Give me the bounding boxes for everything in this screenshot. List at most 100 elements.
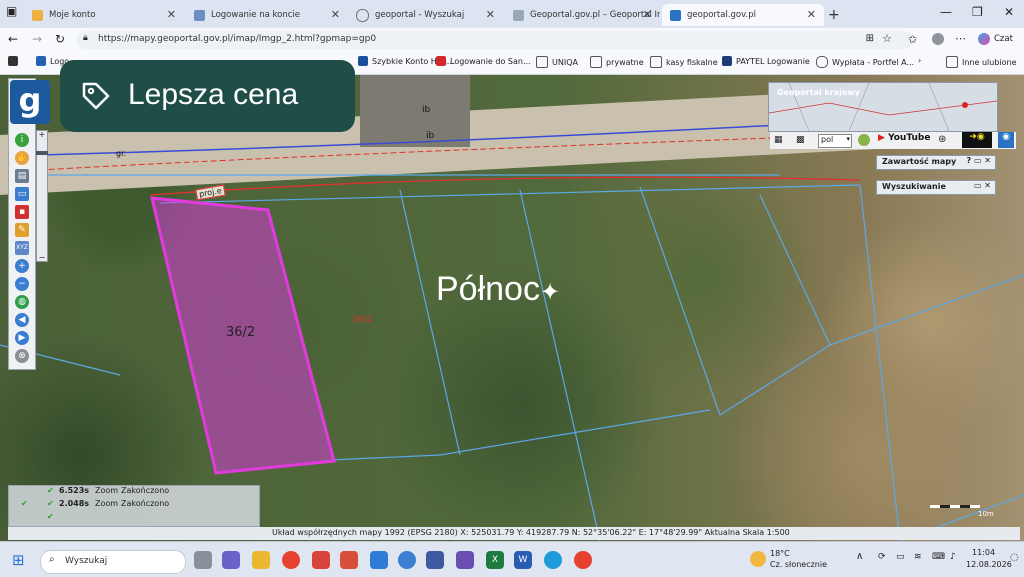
weather-icon[interactable]: [750, 551, 766, 567]
maximize-icon[interactable]: ❐: [972, 5, 983, 19]
help-icon[interactable]: [858, 134, 870, 146]
minimize-icon[interactable]: —: [940, 5, 952, 19]
panel-controls-icon[interactable]: ▭ ✕: [974, 181, 991, 190]
bookmark-icon-button[interactable]: [8, 56, 22, 66]
tray-icon[interactable]: ⟳: [878, 552, 886, 562]
bookmark-wyplata[interactable]: Wypłata - Portfel A...: [816, 56, 914, 68]
tab-logowanie[interactable]: Logowanie na koncie ✕: [186, 4, 348, 26]
chrome-icon[interactable]: [574, 551, 592, 569]
bookmark-prywatne[interactable]: prywatne: [590, 56, 644, 68]
info-icon[interactable]: i: [15, 133, 29, 147]
zoom-out-icon[interactable]: −: [15, 277, 29, 291]
eye-icon[interactable]: ◉: [998, 132, 1014, 148]
notifications-icon[interactable]: ◌: [1010, 552, 1019, 563]
excel-icon[interactable]: X: [486, 551, 504, 569]
print-icon[interactable]: ▤: [15, 169, 29, 183]
hand-pan-icon[interactable]: ✋: [15, 151, 29, 165]
copilot-icon[interactable]: [978, 33, 990, 45]
compass-icon[interactable]: ⊛: [938, 134, 946, 145]
table-icon[interactable]: ▦: [774, 135, 783, 145]
file-explorer-icon[interactable]: [252, 551, 270, 569]
back-arrow-icon[interactable]: ◀: [15, 313, 29, 327]
grid-icon[interactable]: ▩: [796, 135, 805, 145]
clock-time[interactable]: 11:04: [972, 548, 995, 557]
zoom-plus-icon[interactable]: +: [37, 130, 47, 139]
check-icon: ✔: [47, 499, 54, 508]
app-icon[interactable]: [426, 551, 444, 569]
edge-icon[interactable]: [398, 551, 416, 569]
globe-icon[interactable]: ◍: [15, 295, 29, 309]
favorite-star-icon[interactable]: ☆: [882, 32, 892, 45]
address-bar[interactable]: 🔒︎ https://mapy.geoportal.gov.pl/imap/Im…: [76, 31, 914, 49]
back-icon[interactable]: ←: [8, 32, 18, 46]
tab-geoportal-active[interactable]: geoportal.gov.pl ✕: [662, 4, 824, 26]
copilot-label[interactable]: Czat: [994, 34, 1013, 44]
select-icon[interactable]: ▭: [15, 187, 29, 201]
panel-search[interactable]: Wyszukiwanie ▭ ✕: [876, 180, 996, 195]
task-view-icon[interactable]: [194, 551, 212, 569]
tab-bar: Moje konto ✕ Logowanie na koncie ✕ geopo…: [0, 0, 1024, 28]
wifi-icon[interactable]: ≋: [914, 552, 922, 562]
close-icon[interactable]: ✕: [807, 8, 816, 21]
keyboard-icon[interactable]: ⌨: [932, 552, 945, 562]
zoom-slider[interactable]: + −: [36, 130, 48, 262]
bookmarks-more-icon[interactable]: ›: [918, 56, 921, 65]
volume-icon[interactable]: ♪: [950, 552, 956, 562]
zoom-in-icon[interactable]: +: [15, 259, 29, 273]
app-icon[interactable]: [312, 551, 330, 569]
bookmark-logowanie-san[interactable]: Logowanie do San...: [436, 56, 531, 66]
windows-start-icon[interactable]: ⊞: [12, 551, 25, 569]
close-icon[interactable]: ✕: [486, 8, 495, 21]
zoom-minus-icon[interactable]: −: [37, 253, 47, 262]
zoom-handle[interactable]: [36, 151, 48, 155]
close-icon[interactable]: ✕: [643, 8, 652, 21]
outlook-icon[interactable]: [370, 551, 388, 569]
close-window-icon[interactable]: ✕: [1004, 5, 1014, 19]
reload-icon[interactable]: ↻: [55, 32, 65, 46]
panel-map-contents[interactable]: Zawartość mapy ? ▭ ✕: [876, 155, 996, 170]
edit-icon[interactable]: ✎: [15, 223, 29, 237]
taskbar-search[interactable]: ⌕ Wyszukaj: [40, 550, 186, 574]
clock-date[interactable]: 12.08.2026: [966, 560, 1012, 569]
forward-icon[interactable]: →: [32, 32, 42, 46]
lock-icon: 🔒︎: [83, 33, 88, 43]
battery-icon[interactable]: ▭: [896, 552, 905, 562]
youtube-icon: ▶: [878, 133, 885, 143]
edge-active-icon[interactable]: [544, 551, 562, 569]
teams-icon[interactable]: [222, 551, 240, 569]
bookmark-uniqa[interactable]: UNIQA: [536, 56, 578, 68]
parcel-label: 36/2: [226, 325, 256, 340]
bookmark-kasy-fiskalne[interactable]: kasy fiskalne: [650, 56, 718, 68]
tab-geoportal-infra[interactable]: Geoportal.gov.pl – Geoportal Infra... ✕: [505, 4, 660, 26]
accessibility-icon[interactable]: ➜◉: [962, 132, 992, 148]
bookmark-paytel[interactable]: PAYTEL Logowanie: [722, 56, 810, 66]
panel-controls-icon[interactable]: ? ▭ ✕: [967, 156, 991, 165]
coordinates-bar: Układ współrzędnych mapy 1992 (EPSG 2180…: [8, 527, 1020, 540]
overview-map[interactable]: Geoportal krajowy: [768, 82, 998, 132]
word-icon[interactable]: W: [514, 551, 532, 569]
tab-actions-icon[interactable]: ▣: [6, 4, 17, 18]
scale-label: 10m: [978, 510, 994, 518]
tab-moje-konto[interactable]: Moje konto ✕: [24, 4, 184, 26]
close-icon[interactable]: ✕: [167, 8, 176, 21]
more-icon[interactable]: ⋯: [955, 32, 966, 45]
youtube-link[interactable]: ▶ YouTube: [878, 133, 930, 143]
settings-icon[interactable]: ⊗: [15, 349, 29, 363]
language-select[interactable]: pol ▾: [818, 134, 852, 148]
coordinates-text: Układ współrzędnych mapy 1992 (EPSG 2180…: [272, 528, 790, 537]
store-icon[interactable]: [340, 551, 358, 569]
close-icon[interactable]: ✕: [331, 8, 340, 21]
favorites-icon[interactable]: ✩: [908, 33, 917, 46]
split-screen-icon[interactable]: ⊞: [866, 33, 874, 44]
xyz-icon[interactable]: XYZ: [15, 241, 29, 255]
chrome-icon[interactable]: [282, 551, 300, 569]
parcel-label-red: 36/2: [352, 315, 373, 325]
mark-icon[interactable]: ▪: [15, 205, 29, 219]
tray-chevron-icon[interactable]: ∧: [856, 551, 863, 562]
forward-arrow-icon[interactable]: ▶: [15, 331, 29, 345]
profile-icon[interactable]: [932, 33, 944, 45]
new-tab-button[interactable]: +: [828, 4, 848, 26]
app-icon[interactable]: [456, 551, 474, 569]
tab-geoportal-wyszukaj[interactable]: geoportal - Wyszukaj ✕: [348, 4, 503, 26]
bookmark-inne-ulubione[interactable]: Inne ulubione: [946, 56, 1017, 68]
